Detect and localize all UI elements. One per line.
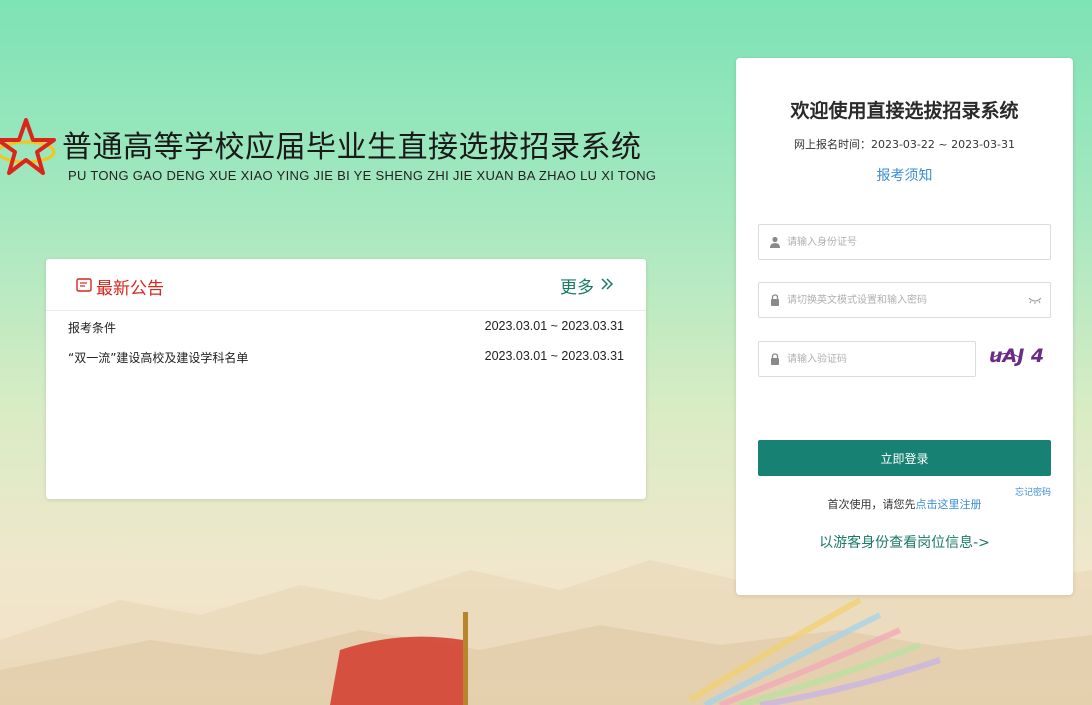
lock-icon — [771, 294, 779, 306]
id-number-field[interactable] — [758, 224, 1051, 260]
login-panel: 欢迎使用直接选拔招录系统 网上报名时间：2023-03-22 ~ 2023-03… — [736, 58, 1073, 595]
site-header: 普通高等学校应届毕业生直接选拔招录系统 PU TONG GAO DENG XUE… — [0, 118, 656, 190]
captcha-field[interactable] — [758, 341, 976, 377]
first-use-hint: 首次使用，请您先点击这里注册 — [736, 496, 1073, 512]
password-input[interactable] — [787, 283, 1017, 317]
more-notices-link[interactable]: 更多 — [560, 273, 594, 298]
first-use-prefix: 首次使用，请您先 — [827, 498, 916, 511]
eye-closed-icon[interactable] — [1028, 295, 1042, 305]
login-button[interactable]: 立即登录 — [758, 440, 1051, 476]
site-subtitle: PU TONG GAO DENG XUE XIAO YING JIE BI YE… — [68, 168, 657, 183]
notice-item-title[interactable]: 报考条件 — [68, 319, 116, 336]
notice-panel-header: 最新公告 更多 — [46, 259, 646, 311]
registration-period: 网上报名时间：2023-03-22 ~ 2023-03-31 — [793, 138, 1016, 151]
password-field[interactable] — [758, 282, 1051, 318]
red-star-logo-icon — [0, 118, 56, 175]
notice-item-date: 2023.03.01 ~ 2023.03.31 — [484, 349, 624, 363]
notice-list: 报考条件 2023.03.01 ~ 2023.03.31 “双一流”建设高校及建… — [68, 315, 624, 375]
captcha-image[interactable]: uAJ 4 — [988, 341, 1048, 369]
notice-item[interactable]: 报考条件 2023.03.01 ~ 2023.03.31 — [68, 315, 624, 345]
notice-item-title[interactable]: “双一流”建设高校及建设学科名单 — [68, 349, 248, 366]
notice-card-icon — [76, 278, 92, 292]
login-title: 欢迎使用直接选拔招录系统 — [790, 100, 1019, 122]
id-number-input[interactable] — [787, 225, 1042, 259]
double-chevron-right-icon[interactable] — [600, 277, 614, 291]
register-link[interactable]: 点击这里注册 — [916, 498, 982, 511]
captcha-input[interactable] — [787, 342, 967, 376]
user-icon — [770, 236, 780, 248]
lock-icon — [771, 353, 779, 365]
guest-view-link[interactable]: 以游客身份查看岗位信息-> — [736, 532, 1073, 552]
notice-item-date: 2023.03.01 ~ 2023.03.31 — [484, 319, 624, 333]
notice-item[interactable]: “双一流”建设高校及建设学科名单 2023.03.01 ~ 2023.03.31 — [68, 345, 624, 375]
site-title: 普通高等学校应届毕业生直接选拔招录系统 — [62, 130, 642, 165]
exam-guide-link[interactable]: 报考须知 — [736, 165, 1073, 185]
notice-panel-title: 最新公告 — [96, 279, 164, 299]
notice-panel: 最新公告 更多 报考条件 2023.03.01 ~ 2023.03.31 “双一… — [46, 259, 646, 499]
